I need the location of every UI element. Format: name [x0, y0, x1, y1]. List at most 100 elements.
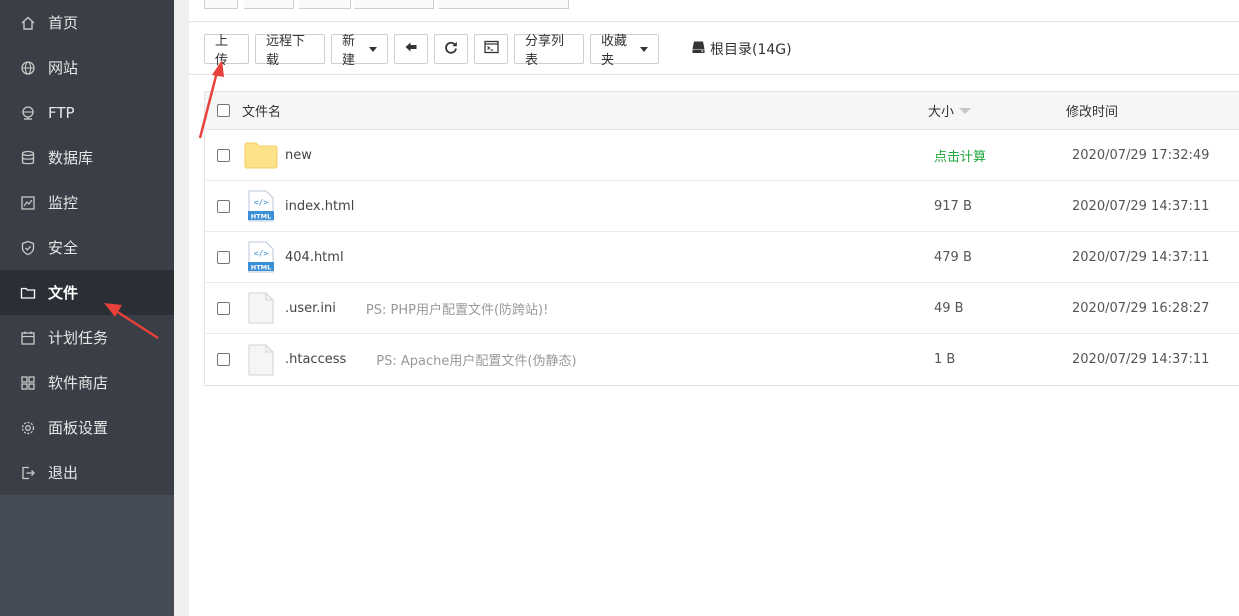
path-segment[interactable] — [299, 0, 351, 9]
file-note: PS: Apache用户配置文件(伪静态) — [376, 354, 577, 369]
html-file-icon: </> HTML — [242, 241, 280, 273]
row-checkbox[interactable] — [217, 250, 230, 264]
html-file-icon: </> HTML — [242, 190, 280, 222]
caret-down-icon — [640, 46, 648, 52]
new-button[interactable]: 新建 — [331, 34, 388, 68]
arrow-left-icon — [404, 40, 418, 58]
calendar-icon — [20, 330, 36, 346]
table-row[interactable]: .htaccess PS: Apache用户配置文件(伪静态) 1 B 2020… — [205, 334, 1239, 385]
file-size: 49 B — [934, 300, 964, 316]
new-button-label: 新建 — [342, 34, 356, 68]
svg-text:HTML: HTML — [251, 264, 271, 272]
sidebar-item-database[interactable]: 数据库 — [0, 135, 174, 180]
favorites-button-label: 收藏夹 — [601, 34, 628, 68]
file-size: 1 B — [934, 352, 956, 367]
header-size[interactable]: 大小 — [928, 101, 954, 120]
sidebar-item-ftp[interactable]: FTP — [0, 90, 174, 135]
sidebar-item-files[interactable]: 文件 — [0, 270, 174, 315]
terminal-icon — [483, 40, 499, 58]
select-all-checkbox[interactable] — [217, 104, 230, 117]
sidebar-item-label: 监控 — [48, 194, 79, 212]
modified-time: 2020/07/29 17:32:49 — [1072, 147, 1210, 163]
table-row[interactable]: .user.ini PS: PHP用户配置文件(防跨站)! 49 B 2020/… — [205, 283, 1239, 334]
file-icon — [242, 344, 280, 376]
ftp-icon — [20, 105, 36, 121]
sidebar-item-label: 退出 — [48, 464, 79, 482]
modified-time: 2020/07/29 14:37:11 — [1072, 198, 1210, 214]
sidebar-item-home[interactable]: 首页 — [0, 0, 174, 45]
toolbar: 上传 远程下载 新建 分享列表 收藏夹 根目录(14G) — [204, 34, 792, 68]
row-checkbox[interactable] — [217, 199, 230, 213]
folder-icon — [242, 142, 280, 169]
sidebar-item-logout[interactable]: 退出 — [0, 450, 174, 495]
sidebar-item-label: 软件商店 — [48, 374, 109, 392]
back-button[interactable] — [394, 34, 428, 64]
sidebar-nav: 首页 网站 FTP 数据库 监控 安全 文件 计划任务 软件商店 面板设置 退出 — [0, 0, 174, 495]
sidebar-item-label: 面板设置 — [48, 419, 109, 437]
path-segment[interactable] — [439, 0, 569, 9]
sort-desc-icon[interactable] — [959, 107, 972, 114]
row-checkbox[interactable] — [217, 148, 230, 162]
sidebar-item-cron[interactable]: 计划任务 — [0, 315, 174, 360]
file-name[interactable]: index.html — [285, 199, 354, 214]
modified-time: 2020/07/29 14:37:11 — [1072, 352, 1210, 367]
file-name[interactable]: new — [285, 148, 312, 163]
caret-down-icon — [369, 46, 377, 52]
terminal-button[interactable] — [474, 34, 508, 64]
sidebar-item-label: 安全 — [48, 239, 79, 257]
remote-download-button[interactable]: 远程下载 — [255, 34, 325, 68]
favorites-button[interactable]: 收藏夹 — [590, 34, 659, 68]
divider — [189, 74, 1239, 75]
upload-button[interactable]: 上传 — [204, 34, 249, 68]
modified-time: 2020/07/29 16:28:27 — [1072, 300, 1210, 316]
path-bar — [189, 0, 1239, 22]
sidebar-item-monitor[interactable]: 监控 — [0, 180, 174, 225]
file-icon — [242, 292, 280, 324]
path-segment[interactable] — [244, 0, 294, 9]
row-checkbox[interactable] — [217, 301, 230, 315]
sidebar-item-label: 计划任务 — [48, 329, 109, 347]
refresh-button[interactable] — [434, 34, 468, 64]
share-list-button[interactable]: 分享列表 — [514, 34, 584, 68]
disk-icon — [691, 40, 710, 58]
refresh-icon — [444, 40, 458, 58]
svg-text:</>: </> — [254, 249, 269, 258]
sidebar-item-label: 网站 — [48, 59, 79, 77]
path-segment[interactable] — [354, 0, 434, 9]
file-name[interactable]: .user.ini — [285, 301, 336, 316]
sidebar-item-panel-settings[interactable]: 面板设置 — [0, 405, 174, 450]
sidebar-item-website[interactable]: 网站 — [0, 45, 174, 90]
file-note: PS: PHP用户配置文件(防跨站)! — [365, 302, 549, 318]
table-row[interactable]: </> HTML 404.html 479 B 2020/07/29 14:37… — [205, 232, 1239, 283]
header-modified-time[interactable]: 修改时间 — [1066, 105, 1118, 120]
table-row[interactable]: </> HTML index.html 917 B 2020/07/29 14:… — [205, 181, 1239, 232]
table-row[interactable]: new 点击计算 2020/07/29 17:32:49 — [205, 130, 1239, 181]
file-name[interactable]: .htaccess — [285, 352, 346, 367]
gear-icon — [20, 420, 36, 436]
header-filename[interactable]: 文件名 — [242, 101, 281, 120]
table-header: 文件名 大小 修改时间 — [205, 92, 1239, 130]
path-segment[interactable] — [204, 0, 238, 9]
logout-icon — [20, 465, 36, 481]
modified-time: 2020/07/29 14:37:11 — [1072, 249, 1210, 265]
root-directory-label: 根目录(14G) — [710, 42, 792, 58]
folder-icon — [20, 285, 36, 301]
apps-icon — [20, 375, 36, 391]
file-table: 文件名 大小 修改时间 new 点击计算 2020/07/29 17:32:49 — [204, 91, 1239, 386]
calculate-size-link[interactable]: 点击计算 — [934, 146, 986, 165]
sidebar-item-security[interactable]: 安全 — [0, 225, 174, 270]
sidebar: 首页 网站 FTP 数据库 监控 安全 文件 计划任务 软件商店 面板设置 退出 — [0, 0, 174, 616]
file-name[interactable]: 404.html — [285, 250, 344, 265]
sidebar-item-label: 首页 — [48, 14, 79, 32]
globe-icon — [20, 60, 36, 76]
sidebar-item-label: 文件 — [48, 284, 79, 302]
shield-icon — [20, 240, 36, 256]
file-manager: 上传 远程下载 新建 分享列表 收藏夹 根目录(14G) 文件名 大小 修改时间… — [189, 0, 1239, 616]
file-size: 479 B — [934, 249, 972, 265]
row-checkbox[interactable] — [217, 353, 230, 366]
home-icon — [20, 15, 36, 31]
monitor-icon — [20, 195, 36, 211]
root-directory-button[interactable]: 根目录(14G) — [691, 39, 792, 59]
sidebar-item-app-store[interactable]: 软件商店 — [0, 360, 174, 405]
sidebar-item-label: FTP — [48, 103, 75, 122]
